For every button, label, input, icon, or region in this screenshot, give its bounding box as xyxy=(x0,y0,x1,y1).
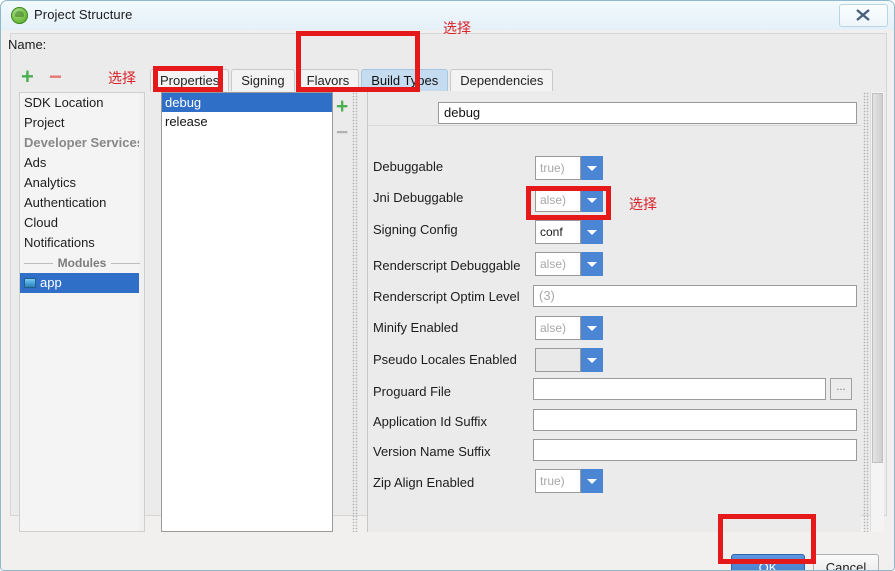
name-input[interactable]: debug xyxy=(438,102,857,124)
title-bar: Project Structure xyxy=(1,1,894,31)
name-label: Name: xyxy=(8,37,47,52)
close-icon[interactable] xyxy=(839,4,888,27)
zip-align-enabled-combo[interactable]: true) xyxy=(535,469,603,493)
version-name-suffix-label: Version Name Suffix xyxy=(373,444,491,459)
splitter-right-handle[interactable] xyxy=(863,92,869,532)
row-renderscript-debuggable: Renderscript Debuggable xyxy=(367,256,861,278)
minify-enabled-combo[interactable]: alse) xyxy=(535,316,603,340)
sidebar-scrollbar[interactable] xyxy=(139,93,144,531)
close-glyph xyxy=(856,9,870,21)
sidebar-item-analytics[interactable]: Analytics xyxy=(20,173,144,193)
build-types-list: debug release xyxy=(161,92,333,532)
tab-strip: Properties Signing Flavors Build Types D… xyxy=(150,68,555,91)
window-title: Project Structure xyxy=(34,7,133,22)
renderscript-optim-level-label: Renderscript Optim Level xyxy=(373,289,520,304)
form-scrollbar-thumb[interactable] xyxy=(872,93,883,463)
signing-config-label: Signing Config xyxy=(373,222,458,237)
remove-module-button[interactable]: − xyxy=(49,66,62,88)
add-module-button[interactable]: + xyxy=(21,66,34,88)
zip-align-enabled-combo-value: true) xyxy=(535,469,581,493)
signing-config-combo-value: conf xyxy=(535,220,581,244)
row-zip-align-enabled: Zip Align Enabled xyxy=(367,473,861,495)
row-jni-debuggable: Jni Debuggable xyxy=(367,188,861,210)
sidebar-item-app-label: app xyxy=(40,275,62,290)
sidebar-item-notifications[interactable]: Notifications xyxy=(20,233,144,253)
debuggable-combo-value: true) xyxy=(535,156,581,180)
sidebar-divider-modules: Modules xyxy=(20,253,144,273)
proguard-file-input[interactable] xyxy=(533,378,826,400)
tab-properties[interactable]: Properties xyxy=(150,69,230,91)
renderscript-optim-level-input[interactable]: (3) xyxy=(533,285,857,307)
build-type-release[interactable]: release xyxy=(162,112,332,131)
dialog-body: + − Properties Signing Flavors Build Typ… xyxy=(1,30,894,570)
row-pseudo-locales-enabled: Pseudo Locales Enabled xyxy=(367,350,861,372)
chevron-down-icon[interactable] xyxy=(581,220,603,244)
chevron-down-icon[interactable] xyxy=(581,156,603,180)
module-icon xyxy=(24,278,36,288)
application-id-suffix-label: Application Id Suffix xyxy=(373,414,487,429)
sidebar-item-ads[interactable]: Ads xyxy=(20,153,144,173)
sidebar-item-cloud[interactable]: Cloud xyxy=(20,213,144,233)
row-minify-enabled: Minify Enabled xyxy=(367,318,861,340)
jni-debuggable-combo[interactable]: alse) xyxy=(535,188,603,212)
jni-debuggable-label: Jni Debuggable xyxy=(373,190,464,205)
ok-button[interactable]: OK xyxy=(731,554,805,570)
splitter-left-handle[interactable] xyxy=(352,92,358,532)
cancel-button[interactable]: Cancel xyxy=(813,554,879,570)
chevron-down-icon[interactable] xyxy=(581,188,603,212)
sidebar-item-project[interactable]: Project xyxy=(20,113,144,133)
tab-flavors[interactable]: Flavors xyxy=(296,69,360,91)
build-type-debug[interactable]: debug xyxy=(162,93,332,112)
chevron-down-icon[interactable] xyxy=(581,348,603,372)
jni-debuggable-combo-value: alse) xyxy=(535,188,581,212)
chevron-down-icon[interactable] xyxy=(581,252,603,276)
application-id-suffix-input[interactable] xyxy=(533,409,857,431)
sidebar-divider-label: Modules xyxy=(52,256,112,270)
sidebar-item-authentication[interactable]: Authentication xyxy=(20,193,144,213)
pseudo-locales-enabled-label: Pseudo Locales Enabled xyxy=(373,352,517,367)
remove-build-type-button[interactable]: − xyxy=(336,122,348,143)
tab-build-types[interactable]: Build Types xyxy=(361,69,449,91)
renderscript-debuggable-label: Renderscript Debuggable xyxy=(373,258,521,273)
proguard-file-browse-button[interactable]: ... xyxy=(830,378,852,400)
form-scrollbar-track[interactable] xyxy=(870,92,884,532)
sidebar-item-sdk-location[interactable]: SDK Location xyxy=(20,93,144,113)
minify-enabled-combo-value: alse) xyxy=(535,316,581,340)
zip-align-enabled-label: Zip Align Enabled xyxy=(373,475,475,490)
pseudo-locales-enabled-combo[interactable] xyxy=(535,348,603,372)
signing-config-combo[interactable]: conf xyxy=(535,220,603,244)
debuggable-label: Debuggable xyxy=(373,159,444,174)
sidebar-item-developer-services[interactable]: Developer Services xyxy=(20,133,144,153)
chevron-down-icon[interactable] xyxy=(581,469,603,493)
chevron-down-icon[interactable] xyxy=(581,316,603,340)
debuggable-combo[interactable]: true) xyxy=(535,156,603,180)
pseudo-locales-enabled-combo-value xyxy=(535,348,581,372)
project-structure-dialog: Project Structure + − Properties Signing… xyxy=(0,0,895,571)
row-signing-config: Signing Config xyxy=(367,220,861,242)
renderscript-debuggable-combo[interactable]: alse) xyxy=(535,252,603,276)
sidebar-nav: SDK Location Project Developer Services … xyxy=(19,92,145,532)
minify-enabled-label: Minify Enabled xyxy=(373,320,459,335)
row-debuggable: Debuggable xyxy=(367,157,861,179)
tab-dependencies[interactable]: Dependencies xyxy=(450,69,554,91)
sidebar-item-app[interactable]: app xyxy=(20,273,144,293)
add-build-type-button[interactable]: + xyxy=(336,96,348,117)
tab-signing[interactable]: Signing xyxy=(231,69,295,91)
proguard-file-label: Proguard File xyxy=(373,384,452,399)
android-studio-icon xyxy=(11,7,28,24)
renderscript-debuggable-combo-value: alse) xyxy=(535,252,581,276)
version-name-suffix-input[interactable] xyxy=(533,439,857,461)
